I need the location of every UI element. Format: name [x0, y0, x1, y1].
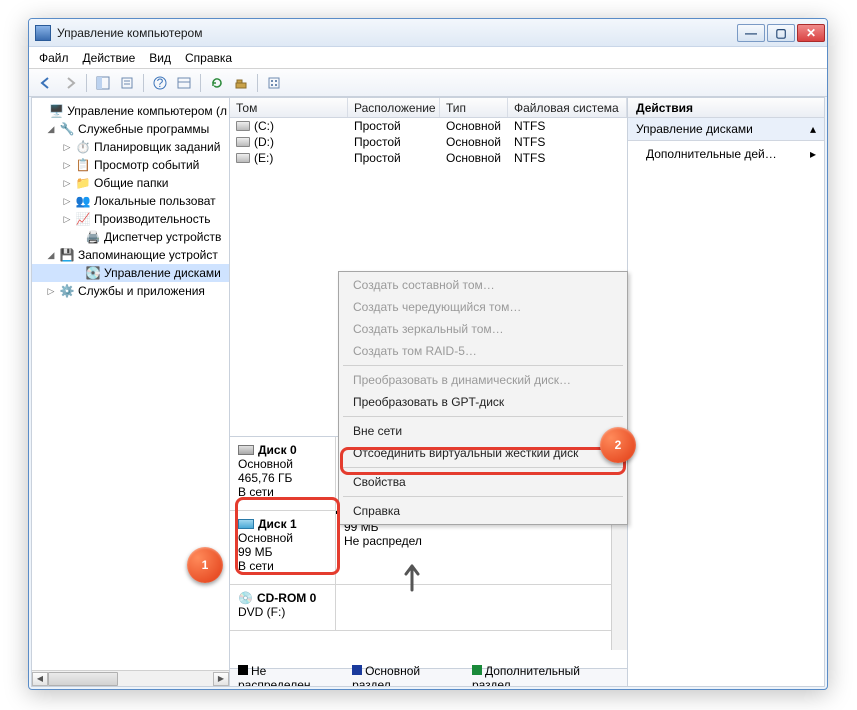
drive-icon — [236, 153, 250, 163]
tree-label: Управление компьютером (л — [67, 104, 227, 118]
legend-bar: Не распределен Основной раздел Дополните… — [230, 668, 627, 686]
ctx-convert-gpt[interactable]: Преобразовать в GPT-диск — [341, 391, 625, 413]
scroll-left-button[interactable]: ◀ — [32, 672, 48, 686]
window-title: Управление компьютером — [57, 26, 737, 40]
tree-hscrollbar[interactable]: ◀ ▶ — [32, 670, 229, 686]
refresh-button[interactable] — [206, 72, 228, 94]
minimize-button[interactable]: — — [737, 24, 765, 42]
tree-group-storage[interactable]: ◢💾Запоминающие устройст — [32, 246, 229, 264]
context-menu: Создать составной том… Создать чередующи… — [338, 271, 628, 525]
tree-label: Службы и приложения — [78, 284, 205, 298]
tree-label: Запоминающие устройст — [78, 248, 218, 262]
tree-label: Диспетчер устройств — [104, 230, 221, 244]
menu-view[interactable]: Вид — [149, 51, 171, 65]
ctx-create-mirrored[interactable]: Создать зеркальный том… — [341, 318, 625, 340]
close-button[interactable]: ✕ — [797, 24, 825, 42]
tree-item-devmgr[interactable]: 🖨️Диспетчер устройств — [32, 228, 229, 246]
actions-more[interactable]: Дополнительные дей… ▸ — [628, 141, 824, 167]
drive-icon — [236, 121, 250, 131]
forward-button[interactable] — [59, 72, 81, 94]
scroll-right-button[interactable]: ▶ — [213, 672, 229, 686]
ctx-offline[interactable]: Вне сети — [341, 420, 625, 442]
chevron-right-icon: ▸ — [810, 147, 816, 161]
tree-item-perf[interactable]: ▷📈Производительность — [32, 210, 229, 228]
volume-row[interactable]: (E:) Простой Основной NTFS — [230, 150, 627, 166]
actions-panel: Действия Управление дисками ▴ Дополнител… — [628, 98, 824, 686]
tree-group-system-tools[interactable]: ◢🔧Служебные программы — [32, 120, 229, 138]
disk0-label[interactable]: Диск 0 Основной 465,76 ГБ В сети — [230, 437, 336, 510]
volume-row[interactable]: (D:) Простой Основной NTFS — [230, 134, 627, 150]
app-icon — [35, 25, 51, 41]
svg-text:?: ? — [157, 76, 164, 90]
col-type[interactable]: Тип — [440, 98, 508, 117]
disk1-label[interactable]: Диск 1 Основной 99 МБ В сети — [230, 511, 336, 584]
drive-icon — [236, 137, 250, 147]
col-volume[interactable]: Том — [230, 98, 348, 117]
col-filesystem[interactable]: Файловая система — [508, 98, 627, 117]
tree-label: Производительность — [94, 212, 210, 226]
cdrom-icon: 💿 — [238, 591, 253, 605]
tree-label: Управление дисками — [104, 266, 221, 280]
disk-icon — [238, 445, 254, 455]
tree-label: Планировщик заданий — [94, 140, 220, 154]
disk-row[interactable]: 💿CD-ROM 0 DVD (F:) — [230, 585, 627, 631]
settings-button[interactable] — [263, 72, 285, 94]
volume-grid-rows: (C:) Простой Основной NTFS (D:) Простой … — [230, 118, 627, 166]
toolbar: ? — [29, 69, 827, 97]
disk-icon — [238, 519, 254, 529]
tree-label: Локальные пользоват — [94, 194, 216, 208]
ctx-create-raid5[interactable]: Создать том RAID-5… — [341, 340, 625, 362]
properties-button[interactable] — [116, 72, 138, 94]
cdrom-label[interactable]: 💿CD-ROM 0 DVD (F:) — [230, 585, 336, 630]
tree-label: Общие папки — [94, 176, 168, 190]
menu-help[interactable]: Справка — [185, 51, 232, 65]
tree-label: Просмотр событий — [94, 158, 199, 172]
maximize-button[interactable]: ▢ — [767, 24, 795, 42]
ctx-properties[interactable]: Свойства — [341, 471, 625, 493]
ctx-create-spanned[interactable]: Создать составной том… — [341, 274, 625, 296]
rescan-button[interactable] — [230, 72, 252, 94]
tree-item-scheduler[interactable]: ▷⏱️Планировщик заданий — [32, 138, 229, 156]
ctx-detach-vhd[interactable]: Отсоединить виртуальный жесткий диск — [341, 442, 625, 464]
view-button[interactable] — [173, 72, 195, 94]
scroll-thumb[interactable] — [48, 672, 118, 686]
ctx-convert-dynamic[interactable]: Преобразовать в динамический диск… — [341, 369, 625, 391]
tree-item-users[interactable]: ▷👥Локальные пользоват — [32, 192, 229, 210]
volume-row[interactable]: (C:) Простой Основной NTFS — [230, 118, 627, 134]
show-hide-tree-button[interactable] — [92, 72, 114, 94]
menubar: Файл Действие Вид Справка — [29, 47, 827, 69]
menu-file[interactable]: Файл — [39, 51, 69, 65]
nav-tree[interactable]: 🖥️Управление компьютером (л ◢🔧Служебные … — [32, 98, 230, 686]
collapse-icon: ▴ — [810, 122, 816, 136]
col-layout[interactable]: Расположение — [348, 98, 440, 117]
volume-grid-header: Том Расположение Тип Файловая система — [230, 98, 627, 118]
tree-label: Служебные программы — [78, 122, 209, 136]
cdrom-partition-area[interactable] — [336, 585, 627, 630]
ctx-help[interactable]: Справка — [341, 500, 625, 522]
tree-item-shared[interactable]: ▷📁Общие папки — [32, 174, 229, 192]
actions-section[interactable]: Управление дисками ▴ — [628, 118, 824, 141]
titlebar[interactable]: Управление компьютером — ▢ ✕ — [29, 19, 827, 47]
tree-root[interactable]: 🖥️Управление компьютером (л — [32, 102, 229, 120]
ctx-create-striped[interactable]: Создать чередующийся том… — [341, 296, 625, 318]
back-button[interactable] — [35, 72, 57, 94]
tree-group-services[interactable]: ▷⚙️Службы и приложения — [32, 282, 229, 300]
tree-item-eventviewer[interactable]: ▷📋Просмотр событий — [32, 156, 229, 174]
tree-item-diskmgmt[interactable]: 💽Управление дисками — [32, 264, 229, 282]
actions-header: Действия — [628, 98, 824, 118]
help-button[interactable]: ? — [149, 72, 171, 94]
menu-action[interactable]: Действие — [83, 51, 136, 65]
